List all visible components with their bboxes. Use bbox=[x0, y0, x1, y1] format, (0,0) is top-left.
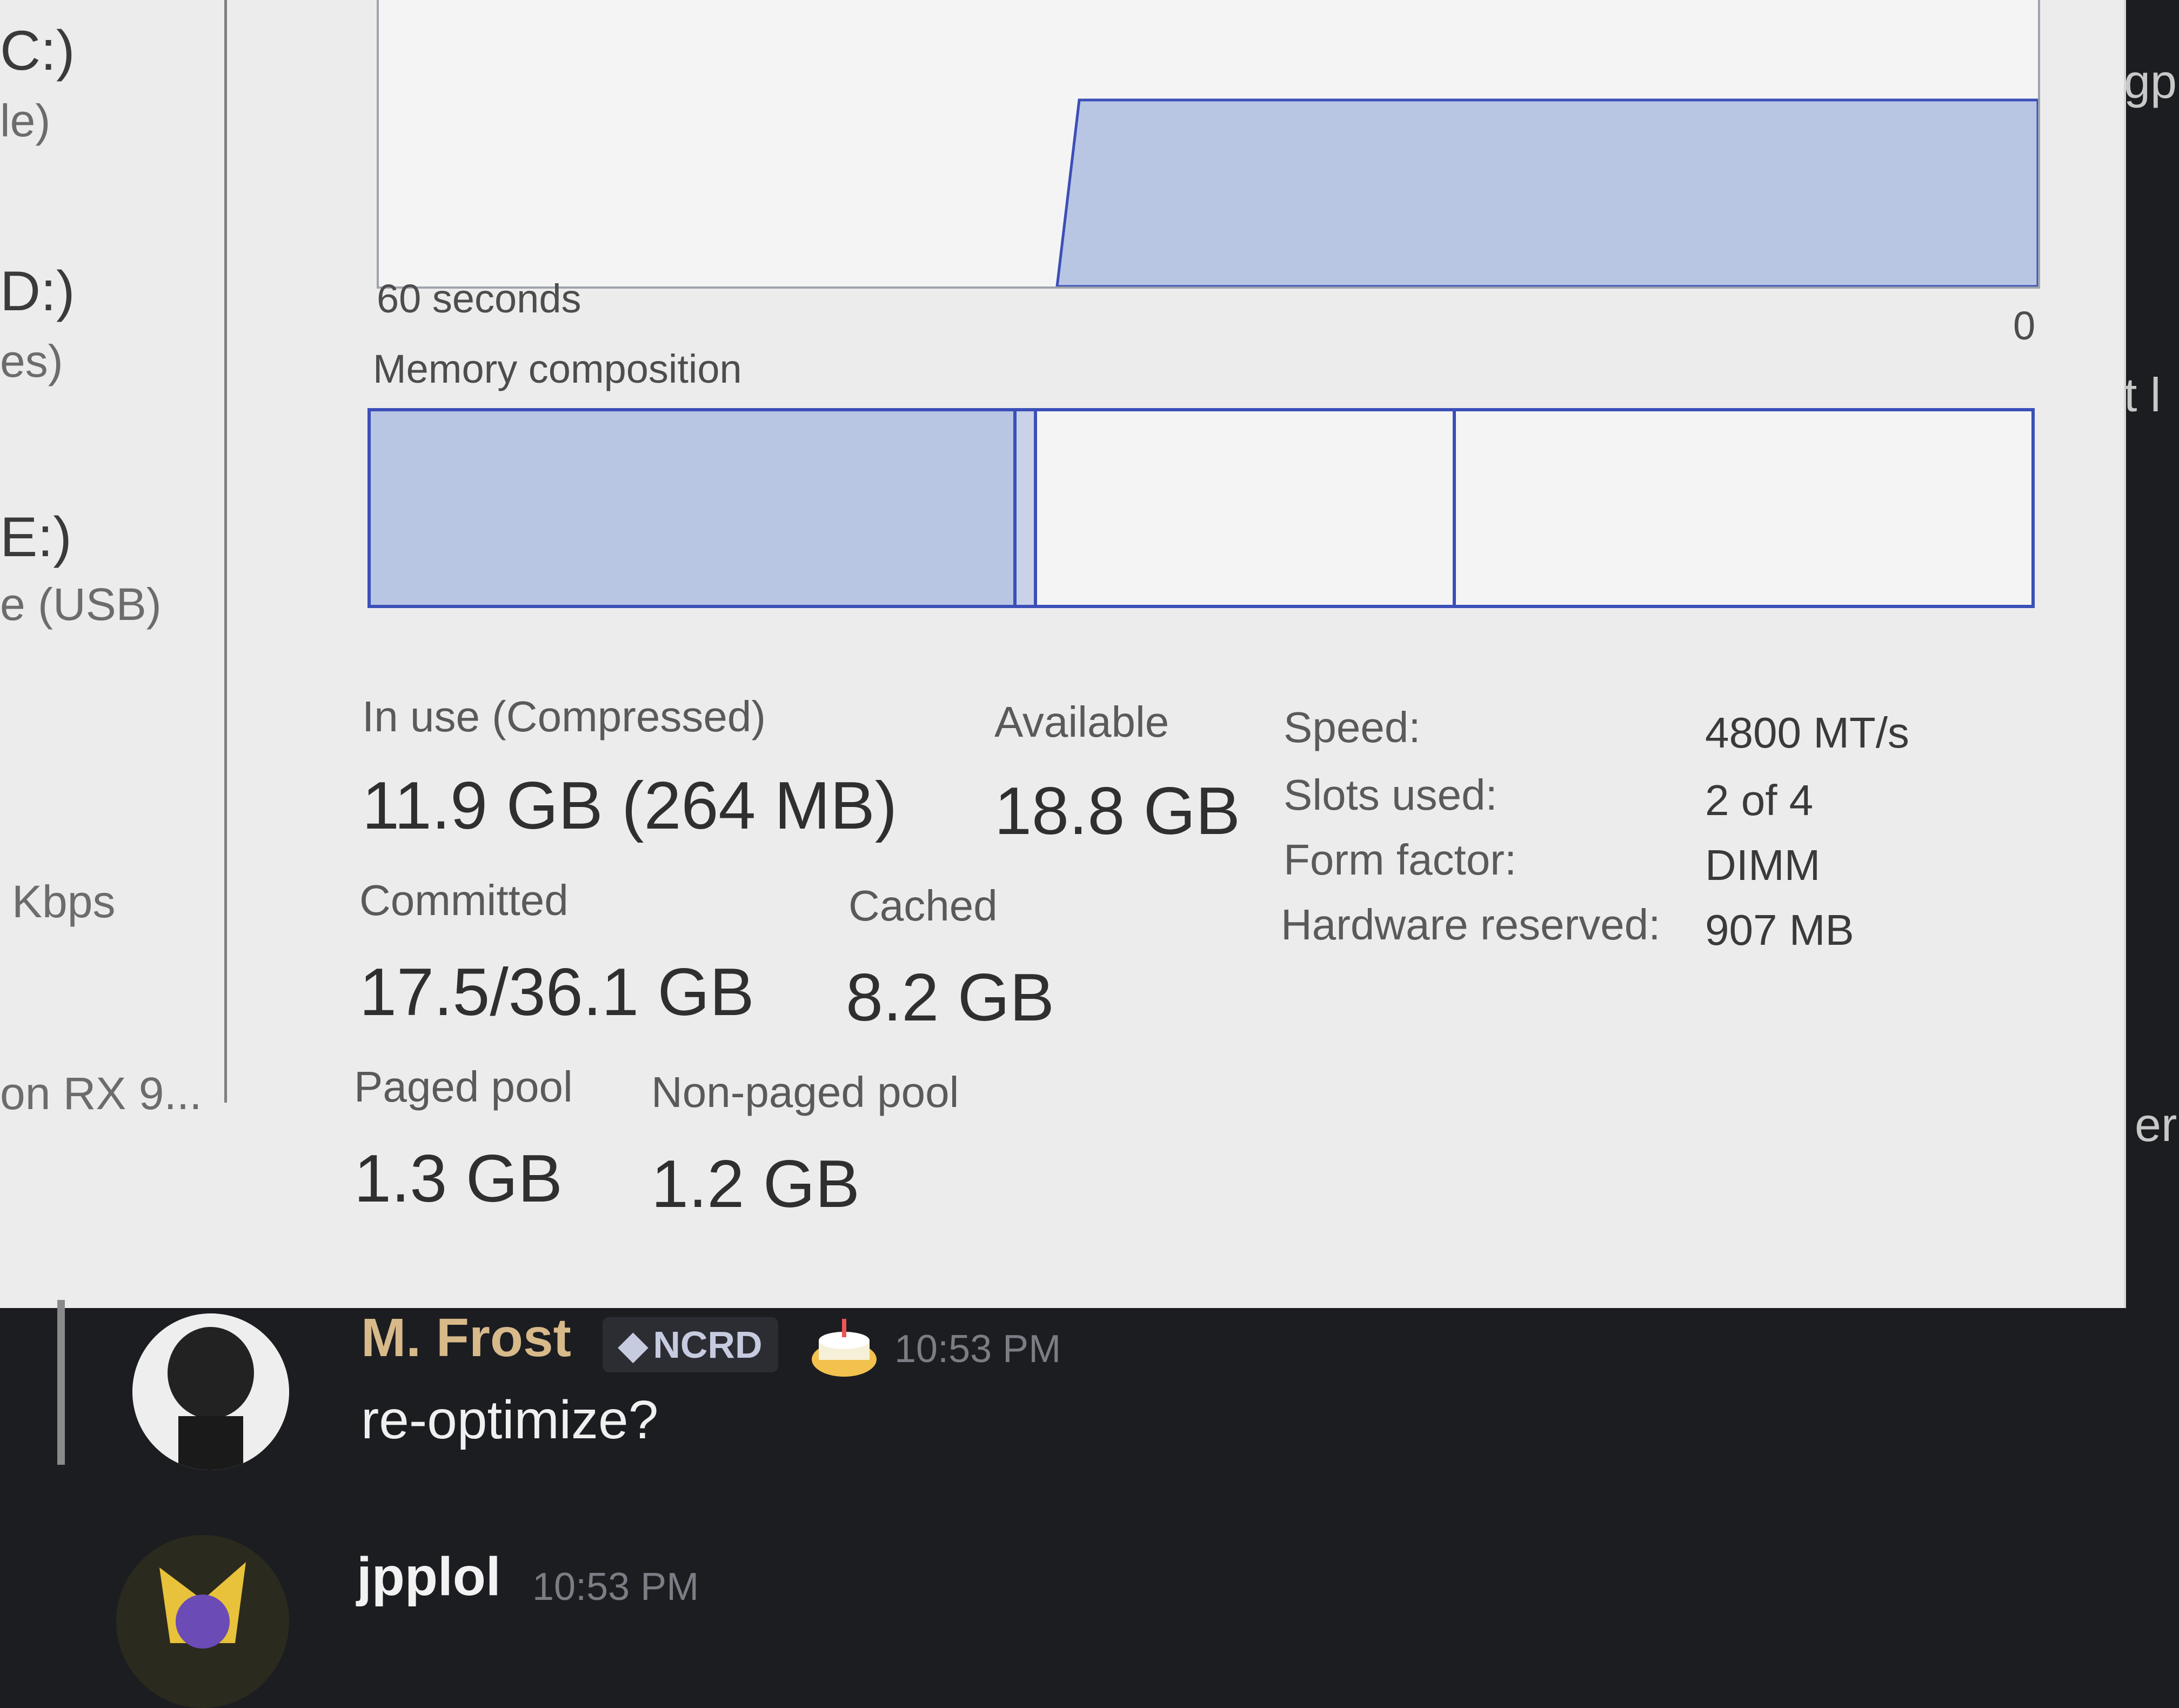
user-avatar-icon bbox=[132, 1313, 289, 1470]
in-use-label: In use (Compressed) bbox=[362, 692, 766, 740]
sidebar-item-disk-d-sub: es) bbox=[0, 336, 63, 386]
message-author[interactable]: M. Frost bbox=[361, 1307, 571, 1369]
composition-modified bbox=[1017, 411, 1037, 605]
sidebar-item-disk-e-sub: e (USB) bbox=[0, 579, 162, 630]
cake-icon bbox=[808, 1308, 881, 1381]
server-tag-badge[interactable]: ◆ NCRD bbox=[603, 1317, 778, 1372]
message-text: re-optimize? bbox=[361, 1390, 659, 1450]
committed-label: Committed bbox=[359, 876, 569, 924]
message-timestamp: 10:53 PM bbox=[894, 1327, 1061, 1371]
sidebar-item-disk-d-title[interactable]: D:) bbox=[0, 259, 75, 324]
user-avatar-icon bbox=[116, 1535, 289, 1708]
memory-usage-area bbox=[1055, 98, 2038, 286]
right-edge-fragment-1: gp bbox=[2124, 55, 2177, 108]
paged-pool-label: Paged pool bbox=[354, 1063, 573, 1111]
slots-used-value: 2 of 4 bbox=[1705, 776, 1814, 824]
cached-value: 8.2 GB bbox=[846, 960, 1054, 1035]
available-label: Available bbox=[994, 698, 1169, 746]
sidebar-item-gpu[interactable]: on RX 9... bbox=[0, 1068, 202, 1120]
speed-value: 4800 MT/s bbox=[1705, 709, 1909, 757]
paged-pool-value: 1.3 GB bbox=[354, 1142, 563, 1216]
committed-value: 17.5/36.1 GB bbox=[359, 955, 754, 1030]
avatar[interactable] bbox=[116, 1535, 289, 1708]
composition-free bbox=[1456, 411, 2031, 605]
composition-standby bbox=[1037, 411, 1456, 605]
chat-divider bbox=[57, 1300, 65, 1465]
non-paged-pool-label: Non-paged pool bbox=[651, 1068, 959, 1116]
server-tag-label: NCRD bbox=[653, 1324, 763, 1366]
diamond-icon: ◆ bbox=[618, 1324, 648, 1366]
available-value: 18.8 GB bbox=[994, 774, 1240, 849]
cached-label: Cached bbox=[848, 882, 998, 930]
speed-label: Speed: bbox=[1284, 703, 1421, 751]
graph-time-label: 60 seconds bbox=[377, 276, 581, 321]
right-edge-fragment-2: t l bbox=[2124, 368, 2161, 422]
hardware-reserved-value: 907 MB bbox=[1705, 906, 1854, 954]
avatar[interactable] bbox=[132, 1313, 289, 1470]
memory-composition-bar bbox=[367, 408, 2035, 608]
form-factor-label: Form factor: bbox=[1284, 836, 1517, 884]
composition-in-use bbox=[371, 411, 1017, 605]
sidebar-item-disk-c-sub: le) bbox=[0, 95, 51, 146]
hardware-reserved-label: Hardware reserved: bbox=[1281, 900, 1661, 949]
sidebar-network-rate: Kbps bbox=[12, 876, 116, 927]
in-use-value: 11.9 GB (264 MB) bbox=[362, 769, 898, 843]
form-factor-value: DIMM bbox=[1705, 841, 1821, 889]
message-author[interactable]: jpplol bbox=[357, 1546, 501, 1608]
sidebar-item-disk-c-title[interactable]: C:) bbox=[0, 19, 75, 83]
graph-zero-label: 0 bbox=[2013, 303, 2036, 348]
message-timestamp: 10:53 PM bbox=[532, 1565, 699, 1609]
non-paged-pool-value: 1.2 GB bbox=[651, 1147, 860, 1222]
slots-used-label: Slots used: bbox=[1284, 771, 1498, 819]
task-manager-window: C:) le) D:) es) E:) e (USB) Kbps on RX 9… bbox=[0, 0, 2124, 1308]
memory-usage-graph bbox=[377, 0, 2040, 289]
sidebar-item-disk-e-title[interactable]: E:) bbox=[0, 505, 72, 570]
performance-sidebar: C:) le) D:) es) E:) e (USB) Kbps on RX 9… bbox=[0, 0, 227, 1119]
chat-area bbox=[0, 1308, 2179, 1634]
memory-composition-title: Memory composition bbox=[373, 346, 742, 391]
right-edge-fragment-3: er bbox=[2135, 1098, 2177, 1151]
